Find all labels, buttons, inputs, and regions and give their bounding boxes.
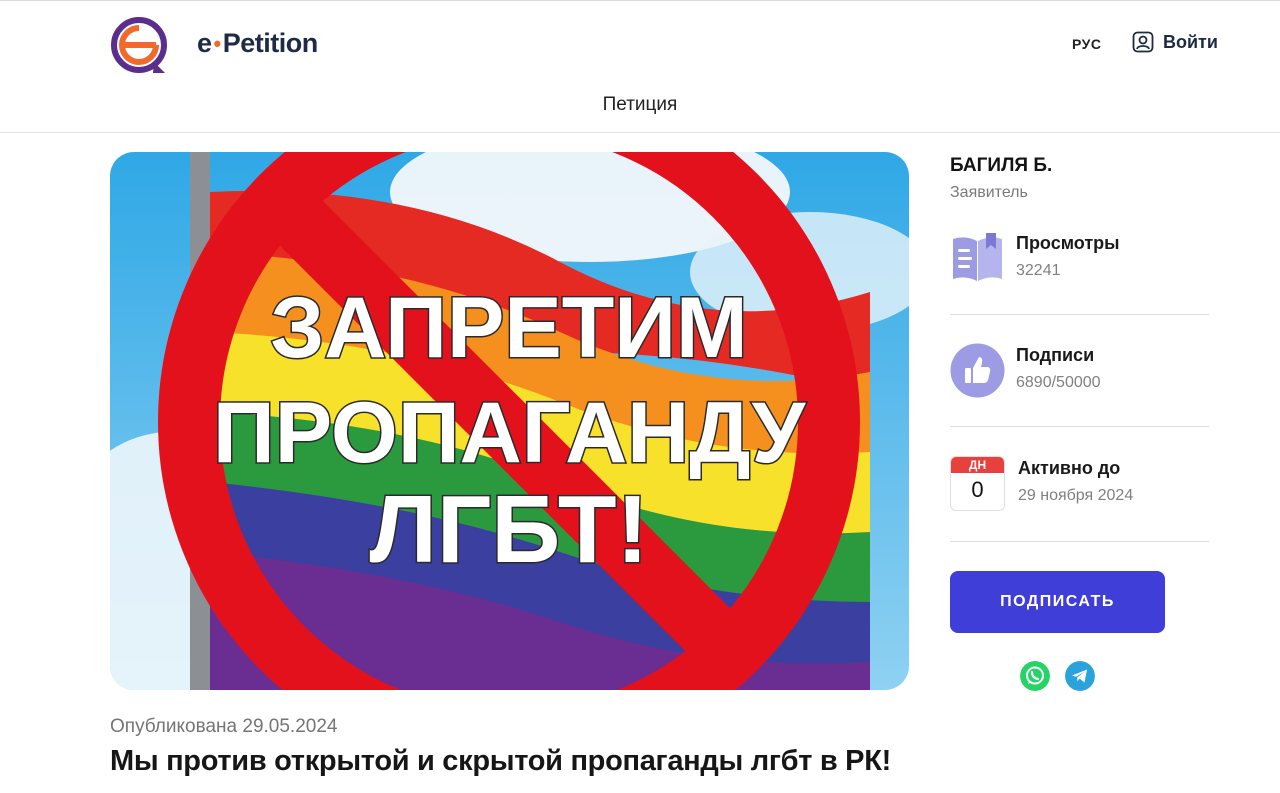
brand-dot: • [213, 30, 222, 56]
language-switch[interactable]: РУС [1072, 36, 1101, 52]
e-petition-logo[interactable] [109, 15, 171, 77]
signatures-label: Подписи [1016, 345, 1095, 365]
signatures-stat: Подписи 6890/50000 [950, 343, 1209, 398]
sign-button[interactable]: ПОДПИСАТЬ [950, 571, 1165, 633]
site-header: e • Petition РУС Войти Петиция [0, 1, 1280, 133]
divider [950, 541, 1209, 542]
active-until-stat: ДН 0 Активно до 29 ноября 2024 [950, 456, 1209, 512]
login-label: Войти [1163, 31, 1218, 52]
petition-title: Мы против открытой и скрытой пропаганды … [110, 745, 891, 777]
signatures-value: 6890/50000 [1016, 374, 1101, 391]
calendar-icon: ДН 0 [950, 456, 1005, 511]
brand-name[interactable]: e • Petition [197, 28, 318, 59]
banner-line-1: ЗАПРЕТИМ [270, 280, 747, 376]
divider [950, 314, 1209, 315]
active-until-label: Активно до [1018, 458, 1121, 478]
whatsapp-icon[interactable] [1020, 661, 1050, 691]
active-until-value: 29 ноября 2024 [1018, 487, 1134, 504]
banner-line-2: ПРОПАГАНДУ [213, 385, 807, 481]
petition-image: ЗАПРЕТИМ ПРОПАГАНДУ ЛГБТ! [110, 152, 909, 690]
views-value: 32241 [1016, 262, 1061, 279]
book-icon [953, 233, 1002, 281]
calendar-day-number: 0 [971, 477, 984, 502]
author-role: Заявитель [950, 184, 1028, 201]
user-icon [1132, 31, 1154, 53]
brand-prefix: e [197, 28, 212, 58]
published-date: Опубликована 29.05.2024 [110, 716, 338, 737]
divider [950, 426, 1209, 427]
banner-line-3: ЛГБТ! [370, 476, 649, 583]
thumbs-up-icon [950, 343, 1005, 398]
views-label: Просмотры [1016, 233, 1120, 253]
author-name: БАГИЛЯ Б. [950, 155, 1053, 176]
login-button[interactable]: Войти [1132, 31, 1218, 53]
brand-word: Petition [222, 28, 319, 58]
telegram-icon[interactable] [1065, 661, 1095, 691]
calendar-day-label: ДН [951, 457, 1004, 473]
views-stat: Просмотры 32241 [950, 231, 1209, 286]
nav-title: Петиция [602, 94, 678, 115]
